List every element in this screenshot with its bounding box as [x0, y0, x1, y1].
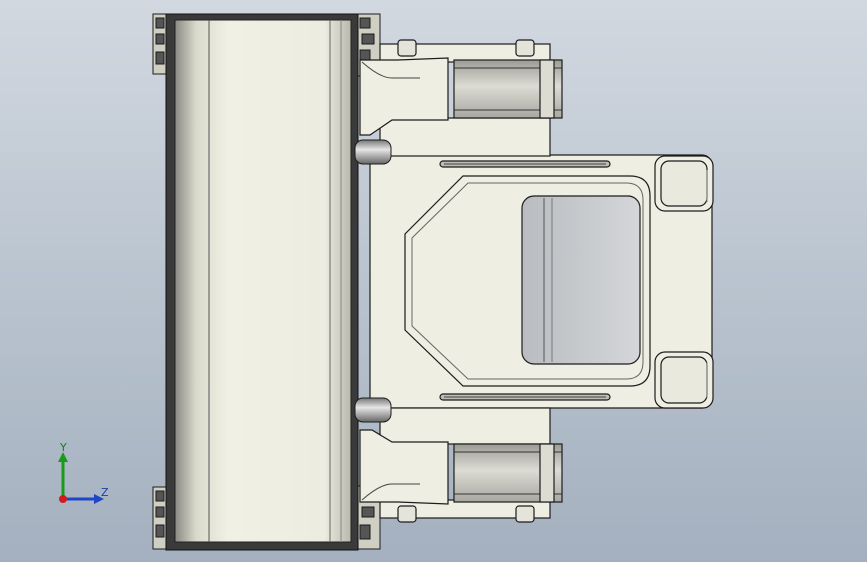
pad-bottom-right [654, 351, 714, 409]
axis-z-label: Z [101, 486, 109, 499]
flange-top-left [152, 13, 168, 75]
bottom-arm [359, 407, 563, 523]
window-glass [521, 195, 641, 365]
pin-bottom [354, 397, 392, 423]
top-arm [359, 39, 563, 157]
cad-model-view[interactable] [0, 0, 867, 562]
coordinate-triad: Y Z [50, 440, 120, 510]
axis-y-label: Y [60, 441, 67, 454]
cad-viewport[interactable]: Y Z [0, 0, 867, 562]
pad-top-right [654, 155, 714, 212]
pin-top [354, 139, 392, 165]
main-plate[interactable] [165, 13, 359, 551]
flange-bottom-left [152, 486, 168, 550]
